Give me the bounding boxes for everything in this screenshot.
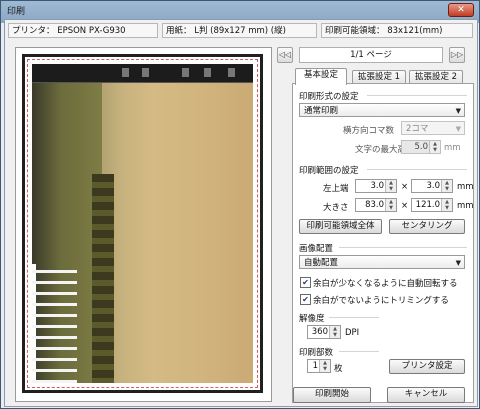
resolution-stepper[interactable]: 360 ▲ ▼ [307,325,341,339]
photo-trees [92,174,114,383]
top-offset-value: 3.0 [426,181,440,191]
image-layout-value: 自動配置 [304,258,339,268]
close-button[interactable]: ✕ [448,3,474,17]
size-unit: mm [457,201,474,211]
frames-select[interactable]: 2コマ ▼ [401,121,465,135]
preview-paper [22,54,263,393]
dialog-body: プリンタ： EPSON PX-G930 用紙： L判 (89x127 mm) (… [4,19,478,407]
spin-arrows-icon[interactable]: ▲ ▼ [385,199,396,211]
frames-label: 横方向コマ数 [343,126,395,136]
spin-arrows-icon[interactable]: ▲ ▼ [329,326,340,338]
spin-down-icon: ▼ [445,186,449,192]
trim-label: 余白がでないようにトリミングする [313,296,449,306]
resolution-unit: DPI [345,328,360,338]
tab-basic-settings[interactable]: 基本設定 [295,68,347,85]
text-height-stepper[interactable]: 5.0 ▲ ▼ [401,140,441,154]
print-format-value: 通常印刷 [304,106,339,116]
print-range-heading: 印刷範囲の設定 [299,166,359,176]
spin-arrows-icon[interactable]: ▲ ▼ [429,141,440,153]
divider [339,351,379,352]
spin-down-icon: ▼ [323,366,327,372]
copies-value: 1 [312,361,318,371]
top-left-label: 左上端 [323,184,349,194]
title-bar[interactable]: 印刷 ✕ [1,1,479,18]
auto-rotate-checkbox[interactable]: ✔ [300,277,311,288]
strip-glyph [122,68,129,77]
tab-extended-settings-1[interactable]: 拡張設定 1 [352,70,406,84]
page-indicator: 1/1 ページ [299,47,443,63]
prev-page-button[interactable]: ◁◁ [277,47,293,63]
resolution-heading: 解像度 [299,314,325,324]
text-height-value: 5.0 [414,142,428,152]
spin-down-icon: ▼ [445,205,449,211]
chevron-down-icon: ▼ [455,259,461,267]
text-height-unit: mm [444,143,461,153]
resolution-value: 360 [311,327,328,337]
width-value: 83.0 [365,200,384,210]
strip-glyph [204,68,211,77]
trim-checkbox[interactable]: ✔ [300,294,311,305]
chevron-down-icon: ▼ [455,125,461,133]
print-format-select[interactable]: 通常印刷 ▼ [299,103,465,117]
divider [339,247,467,248]
width-stepper[interactable]: 83.0 ▲ ▼ [355,198,397,212]
start-print-button[interactable]: 印刷開始 [293,387,371,403]
spin-arrows-icon[interactable]: ▲ ▼ [385,180,396,192]
photo-railing [32,264,77,383]
strip-glyph [228,68,235,77]
printer-info: プリンタ： EPSON PX-G930 [8,23,158,38]
auto-rotate-label: 余白が少なくなるように自動回転する [313,279,458,289]
spin-arrows-icon[interactable]: ▲ ▼ [319,360,330,372]
window-title: 印刷 [7,7,26,17]
spin-arrows-icon[interactable]: ▲ ▼ [441,180,452,192]
preview-photo[interactable] [32,64,253,383]
paper-info: 用紙： L判 (89x127 mm) (縦) [162,23,317,38]
divider [329,317,379,318]
print-format-heading: 印刷形式の設定 [299,92,359,102]
page-navigator: ◁◁ 1/1 ページ ▷▷ [277,47,467,63]
spin-down-icon: ▼ [389,186,393,192]
top-offset-stepper[interactable]: 3.0 ▲ ▼ [411,179,453,193]
times-sign: × [401,182,409,192]
size-label: 大きさ [323,203,349,213]
strip-glyph [142,68,149,77]
spin-down-icon: ▼ [389,205,393,211]
print-dialog: 印刷 ✕ プリンタ： EPSON PX-G930 用紙： L判 (89x127 … [0,0,480,409]
left-offset-value: 3.0 [370,181,384,191]
spin-down-icon: ▼ [333,332,337,338]
spin-arrows-icon[interactable]: ▲ ▼ [441,199,452,211]
printer-settings-button[interactable]: プリンタ設定 [389,359,465,374]
image-layout-heading: 画像配置 [299,244,334,254]
copies-unit: 枚 [334,364,343,374]
times-sign: × [401,201,409,211]
divider [367,95,467,96]
centering-button[interactable]: センタリング [389,219,465,234]
spin-down-icon: ▼ [433,147,437,153]
height-stepper[interactable]: 121.0 ▲ ▼ [411,198,453,212]
offset-unit: mm [457,182,474,192]
full-printable-area-button[interactable]: 印刷可能領域全体 [299,219,382,234]
copies-stepper[interactable]: 1 ▲ ▼ [307,359,331,373]
strip-glyph [182,68,189,77]
photo-toolbar-strip [32,64,253,83]
basic-settings-panel: 印刷形式の設定 通常印刷 ▼ 横方向コマ数 2コマ ▼ 文字の最大高さ 5.0 … [292,83,474,403]
printable-area-info: 印刷可能領域： 83x121(mm) [321,23,473,38]
print-preview [15,47,272,402]
copies-heading: 印刷部数 [299,348,334,358]
left-offset-stepper[interactable]: 3.0 ▲ ▼ [355,179,397,193]
next-page-button[interactable]: ▷▷ [449,47,465,63]
tab-extended-settings-2[interactable]: 拡張設定 2 [409,70,463,84]
chevron-down-icon: ▼ [455,107,461,115]
image-layout-select[interactable]: 自動配置 ▼ [299,255,465,269]
cancel-button[interactable]: キャンセル [387,387,465,403]
frames-value: 2コマ [406,124,429,134]
divider [367,169,467,170]
height-value: 121.0 [415,200,440,210]
